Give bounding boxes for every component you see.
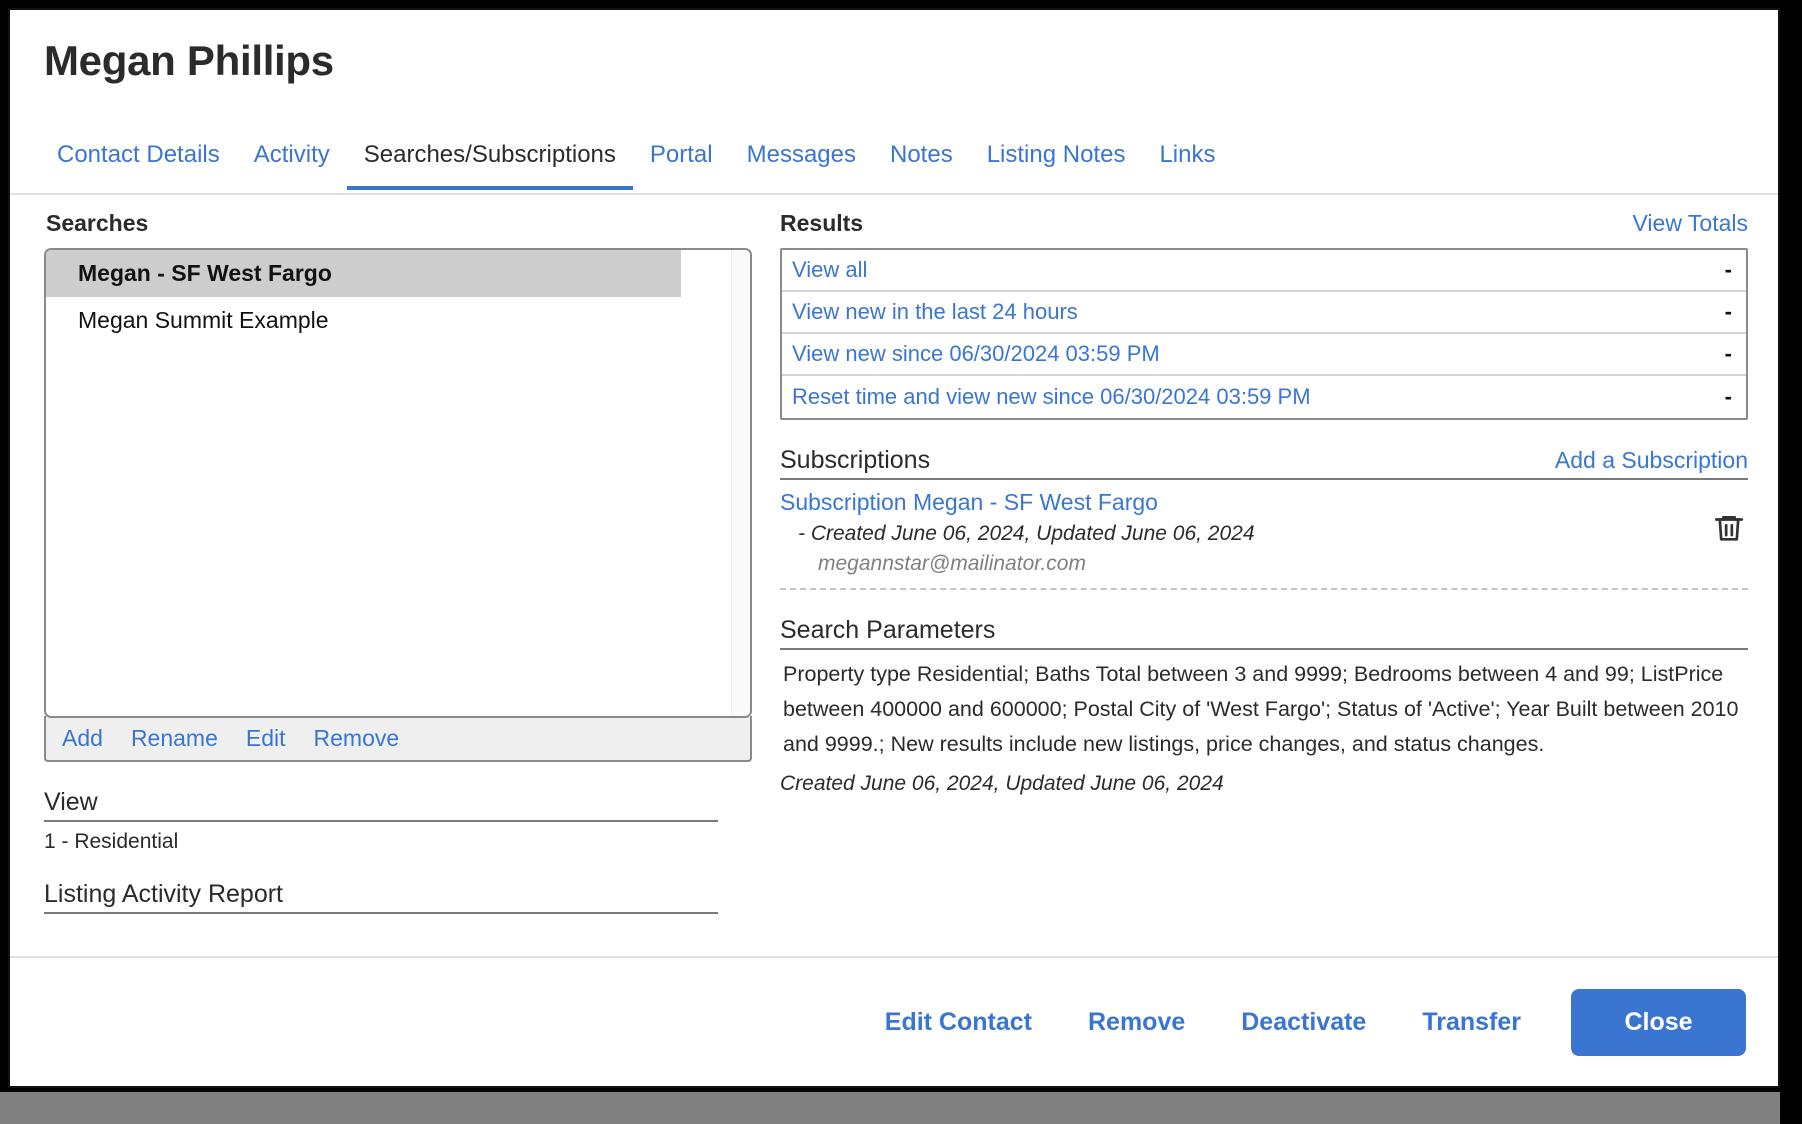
remove-search-button[interactable]: Remove — [314, 725, 400, 752]
tab-portal[interactable]: Portal — [633, 133, 730, 186]
searches-toolbar: Add Rename Edit Remove — [44, 716, 752, 762]
tab-contact-details[interactable]: Contact Details — [40, 133, 237, 186]
search-list-item-selected[interactable]: Megan - SF West Fargo — [46, 250, 681, 297]
search-parameters-header: Search Parameters — [780, 616, 1748, 650]
window-header: Megan Phillips — [10, 10, 1778, 82]
result-row-reset-time[interactable]: Reset time and view new since 06/30/2024… — [782, 376, 1746, 418]
searches-panel: Searches Megan - SF West Fargo Megan Sum… — [44, 196, 752, 914]
edit-contact-button[interactable]: Edit Contact — [857, 1008, 1060, 1037]
searches-listbox[interactable]: Megan - SF West Fargo Megan Summit Examp… — [44, 248, 752, 718]
bottom-scrollbar[interactable] — [0, 1092, 1780, 1124]
subscription-name[interactable]: Subscription Megan - SF West Fargo — [780, 489, 1748, 516]
contact-detail-window: Megan Phillips Contact Details Activity … — [8, 8, 1780, 1088]
search-parameters-text: Property type Residential; Baths Total b… — [783, 662, 1739, 756]
result-label: View new in the last 24 hours — [792, 299, 1078, 324]
trash-icon[interactable] — [1712, 511, 1746, 545]
add-search-button[interactable]: Add — [62, 725, 103, 752]
view-field: View 1 - Residential — [44, 788, 718, 854]
result-count: - — [1724, 341, 1732, 366]
tab-searches-subscriptions[interactable]: Searches/Subscriptions — [346, 133, 633, 190]
searches-heading: Searches — [46, 210, 149, 236]
edit-search-button[interactable]: Edit — [246, 725, 286, 752]
result-count: - — [1724, 384, 1732, 409]
subscriptions-header: Subscriptions Add a Subscription — [780, 446, 1748, 480]
tab-activity[interactable]: Activity — [237, 133, 347, 186]
subscriptions-heading: Subscriptions — [780, 446, 931, 474]
close-button[interactable]: Close — [1571, 988, 1746, 1056]
search-parameters-meta: Created June 06, 2024, Updated June 06, … — [780, 772, 1224, 796]
window-footer: Edit Contact Remove Deactivate Transfer … — [10, 956, 1778, 1086]
result-row-last-24-hours[interactable]: View new in the last 24 hours - — [782, 292, 1746, 334]
results-heading: Results — [780, 210, 864, 236]
listing-activity-report-label: Listing Activity Report — [44, 880, 718, 914]
searches-listbox-scrollbar[interactable] — [731, 250, 750, 716]
result-label: Reset time and view new since 06/30/2024… — [792, 384, 1311, 409]
tab-notes[interactable]: Notes — [873, 133, 970, 186]
tab-links[interactable]: Links — [1142, 133, 1232, 186]
rename-search-button[interactable]: Rename — [131, 725, 218, 752]
view-value: 1 - Residential — [44, 830, 179, 853]
search-list-item[interactable]: Megan Summit Example — [46, 297, 750, 344]
deactivate-contact-button[interactable]: Deactivate — [1213, 1008, 1394, 1037]
subscription-email: megannstar@mailinator.com — [818, 552, 1086, 575]
search-parameters-heading: Search Parameters — [780, 616, 996, 644]
window-body: Searches Megan - SF West Fargo Megan Sum… — [10, 196, 1778, 956]
result-count: - — [1724, 257, 1732, 282]
results-table: View all - View new in the last 24 hours… — [780, 248, 1748, 420]
tab-listing-notes[interactable]: Listing Notes — [970, 133, 1143, 186]
result-row-view-all[interactable]: View all - — [782, 250, 1746, 292]
page-title: Megan Phillips — [44, 37, 334, 84]
results-panel: Results View Totals View all - View new … — [780, 196, 1748, 796]
result-label: View all — [792, 257, 868, 282]
subscription-meta: - Created June 06, 2024, Updated June 06… — [798, 522, 1255, 545]
view-label: View — [44, 788, 718, 822]
tab-bar: Contact Details Activity Searches/Subscr… — [10, 133, 1778, 195]
transfer-contact-button[interactable]: Transfer — [1394, 1008, 1549, 1037]
screen: Megan Phillips Contact Details Activity … — [0, 0, 1802, 1124]
view-totals-link[interactable]: View Totals — [1633, 210, 1749, 237]
remove-contact-button[interactable]: Remove — [1060, 1008, 1213, 1037]
subscription-item: Subscription Megan - SF West Fargo - Cre… — [780, 489, 1748, 590]
listing-activity-report-field: Listing Activity Report — [44, 880, 718, 914]
add-subscription-link[interactable]: Add a Subscription — [1555, 447, 1748, 474]
result-count: - — [1724, 299, 1732, 324]
result-label: View new since 06/30/2024 03:59 PM — [792, 341, 1160, 366]
tab-messages[interactable]: Messages — [730, 133, 873, 186]
result-row-new-since[interactable]: View new since 06/30/2024 03:59 PM - — [782, 334, 1746, 376]
results-header: Results View Totals — [780, 210, 1748, 237]
